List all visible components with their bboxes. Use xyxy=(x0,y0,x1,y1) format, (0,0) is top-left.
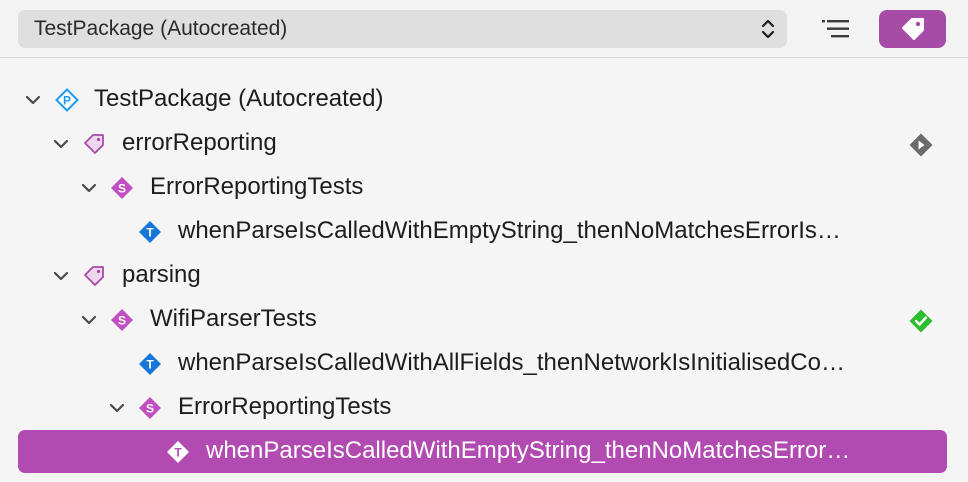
svg-text:T: T xyxy=(146,226,154,240)
package-icon: P xyxy=(55,88,79,112)
tree-row-tag-parsing[interactable]: parsing xyxy=(0,254,968,298)
tree-row-tag-errorreporting[interactable]: errorReporting xyxy=(0,122,968,166)
chevron-down-icon[interactable] xyxy=(108,399,126,417)
tag-icon xyxy=(901,18,924,40)
tree-row-package[interactable]: P TestPackage (Autocreated) xyxy=(0,78,968,122)
tag-icon xyxy=(84,134,104,154)
chevron-up-down-icon xyxy=(761,19,775,39)
tree-row-label: parsing xyxy=(122,261,201,288)
tree-row-label: ErrorReportingTests xyxy=(178,393,392,420)
tree-row-label: whenParseIsCalledWithAllFields_thenNetwo… xyxy=(178,349,845,376)
tree-row-label: TestPackage (Autocreated) xyxy=(94,85,384,112)
svg-text:S: S xyxy=(118,182,126,196)
test-plan-selector-label: TestPackage (Autocreated) xyxy=(34,17,288,40)
chevron-down-icon[interactable] xyxy=(80,311,98,329)
test-case-icon: T xyxy=(167,441,189,463)
tree-row-suite-errorreportingtests-nested[interactable]: S ErrorReportingTests xyxy=(0,386,968,430)
test-suite-icon: S xyxy=(111,177,133,199)
test-navigator-tree: P TestPackage (Autocreated) errorReporti… xyxy=(0,58,968,482)
svg-text:T: T xyxy=(146,358,154,372)
navigator-toolbar: TestPackage (Autocreated) xyxy=(0,0,968,58)
chevron-down-icon[interactable] xyxy=(24,91,42,109)
test-suite-icon: S xyxy=(111,309,133,331)
test-case-icon: T xyxy=(139,221,161,243)
svg-text:S: S xyxy=(118,314,126,328)
list-icon xyxy=(822,20,849,38)
test-suite-icon: S xyxy=(139,397,161,419)
svg-text:P: P xyxy=(63,94,71,108)
tag-icon xyxy=(84,266,104,286)
tree-row-label: whenParseIsCalledWithEmptyString_thenNoM… xyxy=(178,217,841,244)
chevron-down-icon[interactable] xyxy=(80,179,98,197)
svg-text:T: T xyxy=(174,446,182,460)
chevron-down-icon[interactable] xyxy=(52,135,70,153)
list-view-button[interactable] xyxy=(814,12,858,46)
tree-row-test-case-selected[interactable]: T whenParseIsCalledWithEmptyString_thenN… xyxy=(0,430,968,474)
test-case-icon: T xyxy=(139,353,161,375)
test-passed-icon xyxy=(909,309,933,333)
svg-text:S: S xyxy=(146,402,154,416)
tree-row-suite-errorreportingtests[interactable]: S ErrorReportingTests xyxy=(0,166,968,210)
chevron-down-icon[interactable] xyxy=(52,267,70,285)
tree-row-suite-wifiparsertests[interactable]: S WifiParserTests xyxy=(0,298,968,342)
tree-row-test-case[interactable]: T whenParseIsCalledWithEmptyString_thenN… xyxy=(0,210,968,254)
tree-row-test-case[interactable]: T whenParseIsCalledWithAllFields_thenNet… xyxy=(0,342,968,386)
tree-row-label: whenParseIsCalledWithEmptyString_thenNoM… xyxy=(206,437,851,464)
tree-row-label: errorReporting xyxy=(122,129,277,156)
run-test-icon[interactable] xyxy=(908,132,934,158)
tree-row-label: WifiParserTests xyxy=(150,305,317,332)
tag-view-button[interactable] xyxy=(879,10,946,48)
test-plan-selector[interactable]: TestPackage (Autocreated) xyxy=(18,10,787,48)
tree-row-label: ErrorReportingTests xyxy=(150,173,364,200)
